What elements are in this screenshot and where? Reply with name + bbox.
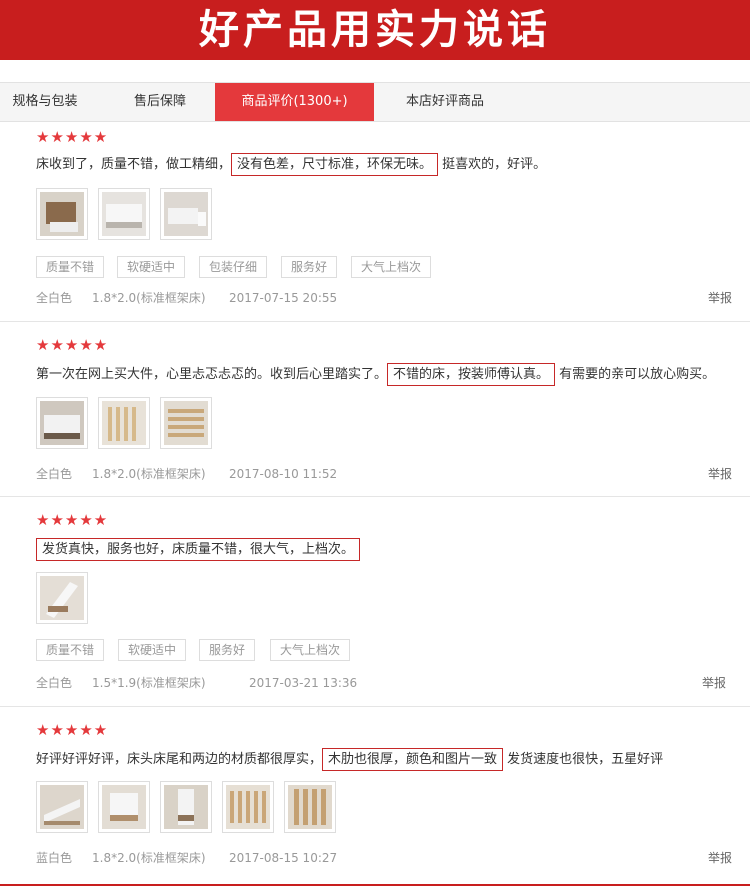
- review-date: 2017-03-21 13:36: [249, 676, 358, 690]
- review-photo[interactable]: [98, 781, 150, 833]
- review-photo[interactable]: [36, 572, 88, 624]
- review-item: ★★★★★ 发货真快，服务也好，床质量不错，很大气，上档次。 质量不错 软硬适中…: [0, 497, 750, 707]
- star-rating: ★★★★★: [36, 511, 109, 529]
- review-text-before: 床收到了，质量不错，做工精细，: [36, 157, 232, 172]
- review-tag: 服务好: [199, 639, 256, 661]
- review-text-highlight: 木肋也很厚，颜色和图片一致: [322, 748, 504, 771]
- review-date: 2017-08-15 10:27: [229, 851, 338, 865]
- review-color: 蓝白色: [36, 851, 73, 865]
- star-rating: ★★★★★: [36, 336, 109, 354]
- banner: 好产品用实力说话: [0, 0, 750, 60]
- review-photo[interactable]: [160, 781, 212, 833]
- review-color: 全白色: [36, 291, 73, 305]
- tab-bar: 规格与包装 售后保障 商品评价(1300+) 本店好评商品: [0, 82, 750, 122]
- review-text: 床收到了，质量不错，做工精细， 没有色差，尺寸标准，环保无味。 挺喜欢的，好评。: [36, 153, 547, 176]
- review-size: 1.8*2.0(标准框架床): [92, 851, 206, 865]
- report-link[interactable]: 举报: [708, 851, 732, 865]
- review-photo[interactable]: [160, 397, 212, 449]
- banner-title: 好产品用实力说话: [199, 6, 551, 53]
- report-link[interactable]: 举报: [702, 676, 726, 690]
- review-tag: 软硬适中: [118, 639, 187, 661]
- review-photo[interactable]: [98, 397, 150, 449]
- review-date: 2017-08-10 11:52: [229, 467, 338, 481]
- review-color: 全白色: [36, 676, 73, 690]
- review-tag: 包装仔细: [199, 256, 268, 278]
- review-text-before: 第一次在网上买大件，心里忐忑忐忑的。收到后心里踏实了。: [36, 367, 388, 382]
- review-photo[interactable]: [160, 188, 212, 240]
- tab-after-sales[interactable]: 售后保障: [112, 83, 208, 121]
- review-tag: 大气上档次: [351, 256, 432, 278]
- review-color: 全白色: [36, 467, 73, 481]
- review-tag: 软硬适中: [117, 256, 186, 278]
- review-tag: 质量不错: [36, 256, 105, 278]
- review-text-highlight: 没有色差，尺寸标准，环保无味。: [231, 153, 439, 176]
- review-photo[interactable]: [222, 781, 274, 833]
- review-text-before: 好评好评好评，床头床尾和两边的材质都很厚实，: [36, 752, 323, 767]
- review-tag: 质量不错: [36, 639, 105, 661]
- review-tag: 服务好: [281, 256, 338, 278]
- review-photo[interactable]: [284, 781, 336, 833]
- review-text-after: 发货速度也很快，五星好评: [507, 752, 664, 767]
- review-item: ★★★★★ 好评好评好评，床头床尾和两边的材质都很厚实， 木肋也很厚，颜色和图片一…: [0, 707, 750, 883]
- review-date: 2017-07-15 20:55: [229, 291, 338, 305]
- star-rating: ★★★★★: [36, 128, 109, 146]
- tab-specs-packaging[interactable]: 规格与包装: [0, 83, 90, 121]
- tab-store-top-products[interactable]: 本店好评商品: [390, 83, 500, 121]
- report-link[interactable]: 举报: [708, 291, 732, 305]
- review-text: 第一次在网上买大件，心里忐忑忐忑的。收到后心里踏实了。 不错的床，按装师傅认真。 …: [36, 363, 716, 386]
- review-photo[interactable]: [98, 188, 150, 240]
- review-text: 好评好评好评，床头床尾和两边的材质都很厚实， 木肋也很厚，颜色和图片一致 发货速度…: [36, 748, 664, 771]
- review-photo[interactable]: [36, 188, 88, 240]
- review-text-highlight: 发货真快，服务也好，床质量不错，很大气，上档次。: [36, 538, 361, 561]
- review-text: 发货真快，服务也好，床质量不错，很大气，上档次。: [36, 538, 361, 561]
- review-item: ★★★★★ 床收到了，质量不错，做工精细， 没有色差，尺寸标准，环保无味。 挺喜欢…: [0, 121, 750, 322]
- review-size: 1.8*2.0(标准框架床): [92, 291, 206, 305]
- star-rating: ★★★★★: [36, 721, 109, 739]
- review-item: ★★★★★ 第一次在网上买大件，心里忐忑忐忑的。收到后心里踏实了。 不错的床，按装…: [0, 322, 750, 497]
- review-photo[interactable]: [36, 397, 88, 449]
- review-size: 1.8*2.0(标准框架床): [92, 467, 206, 481]
- report-link[interactable]: 举报: [708, 467, 732, 481]
- review-text-after: 挺喜欢的，好评。: [442, 157, 547, 172]
- review-text-after: 有需要的亲可以放心购买。: [559, 367, 716, 382]
- review-text-highlight: 不错的床，按装师傅认真。: [387, 363, 556, 386]
- review-photo[interactable]: [36, 781, 88, 833]
- review-tag: 大气上档次: [270, 639, 351, 661]
- bottom-divider: [0, 884, 750, 886]
- review-size: 1.5*1.9(标准框架床): [92, 676, 206, 690]
- tab-product-reviews[interactable]: 商品评价(1300+): [215, 83, 374, 121]
